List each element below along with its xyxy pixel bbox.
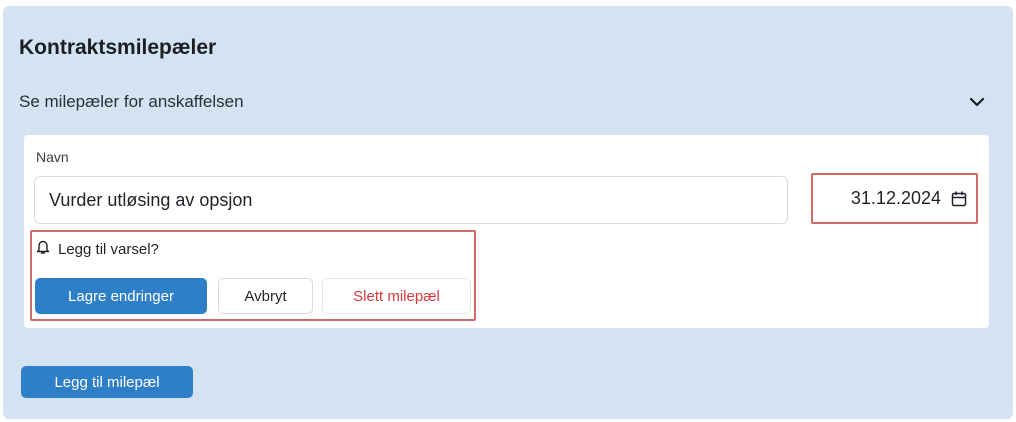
add-alert-label: Legg til varsel? xyxy=(58,240,159,258)
milestone-date-field[interactable]: 31.12.2024 xyxy=(811,173,978,224)
calendar-icon[interactable] xyxy=(951,191,967,207)
cancel-button[interactable]: Avbryt xyxy=(218,278,313,314)
bell-icon xyxy=(36,239,50,260)
panel-title: Kontraktsmilepæler xyxy=(19,36,217,59)
save-changes-button[interactable]: Lagre endringer xyxy=(35,278,207,314)
name-field-label: Navn xyxy=(36,149,69,165)
chevron-down-icon[interactable] xyxy=(965,90,989,114)
panel-subtitle: Se milepæler for anskaffelsen xyxy=(19,92,244,111)
milestone-card: Navn 31.12.2024 Legg til varsel? Lagre e… xyxy=(24,135,989,328)
add-milestone-button[interactable]: Legg til milepæl xyxy=(21,366,193,398)
delete-milestone-button[interactable]: Slett milepæl xyxy=(322,278,471,314)
milestones-toggle-row[interactable]: Se milepæler for anskaffelsen xyxy=(19,90,989,114)
milestone-name-input[interactable] xyxy=(34,176,788,224)
milestone-date-value: 31.12.2024 xyxy=(850,188,941,208)
add-alert-toggle[interactable]: Legg til varsel? xyxy=(36,239,159,259)
